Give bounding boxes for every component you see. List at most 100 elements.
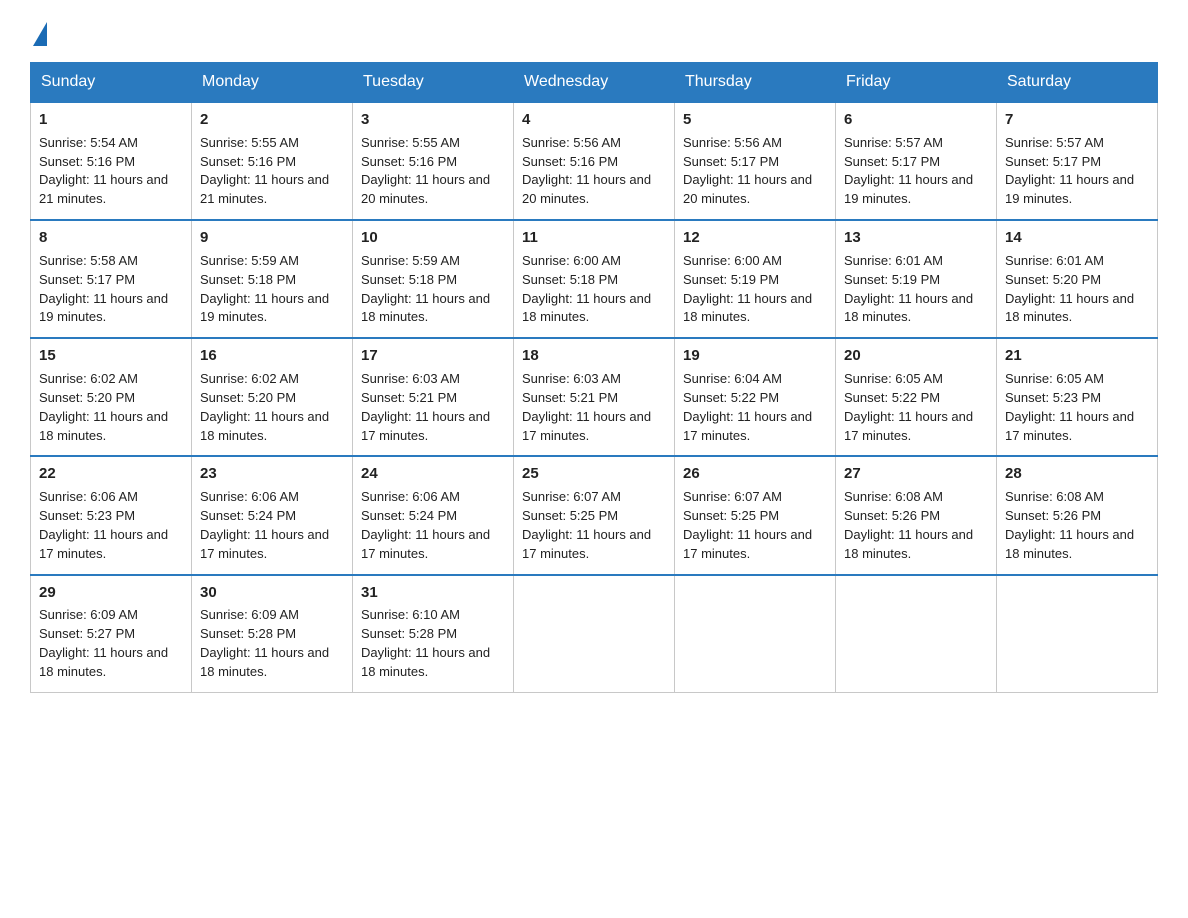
day-number: 19 [683, 345, 827, 367]
day-cell-9: 9 Sunrise: 5:59 AMSunset: 5:18 PMDaylight… [192, 220, 353, 338]
logo-triangle-icon [33, 22, 47, 46]
calendar-header-wednesday: Wednesday [514, 63, 675, 103]
day-cell-5: 5Sunrise: 5:56 AMSunset: 5:17 PMDaylight… [675, 102, 836, 220]
day-cell-25: 25 Sunrise: 6:07 AMSunset: 5:25 PMDayligh… [514, 456, 675, 574]
week-row-2: 8 Sunrise: 5:58 AMSunset: 5:17 PMDaylight… [31, 220, 1158, 338]
empty-cell [514, 575, 675, 693]
day-number: 27 [844, 463, 988, 485]
calendar-table: SundayMondayTuesdayWednesdayThursdayFrid… [30, 62, 1158, 693]
day-info: Sunrise: 6:03 AMSunset: 5:21 PMDaylight:… [522, 371, 651, 443]
day-number: 6 [844, 109, 988, 131]
calendar-header-tuesday: Tuesday [353, 63, 514, 103]
week-row-4: 22Sunrise: 6:06 AMSunset: 5:23 PMDayligh… [31, 456, 1158, 574]
day-number: 29 [39, 582, 183, 604]
day-number: 23 [200, 463, 344, 485]
day-info: Sunrise: 6:08 AMSunset: 5:26 PMDaylight:… [844, 489, 973, 561]
day-number: 31 [361, 582, 505, 604]
day-cell-11: 11 Sunrise: 6:00 AMSunset: 5:18 PMDayligh… [514, 220, 675, 338]
day-info: Sunrise: 6:10 AMSunset: 5:28 PMDaylight:… [361, 607, 490, 679]
day-info: Sunrise: 6:03 AMSunset: 5:21 PMDaylight:… [361, 371, 490, 443]
day-number: 3 [361, 109, 505, 131]
day-number: 13 [844, 227, 988, 249]
day-cell-31: 31 Sunrise: 6:10 AMSunset: 5:28 PMDayligh… [353, 575, 514, 693]
day-number: 21 [1005, 345, 1149, 367]
day-number: 25 [522, 463, 666, 485]
day-number: 10 [361, 227, 505, 249]
day-info: Sunrise: 6:01 AMSunset: 5:20 PMDaylight:… [1005, 253, 1134, 325]
calendar-header-row: SundayMondayTuesdayWednesdayThursdayFrid… [31, 63, 1158, 103]
day-number: 2 [200, 109, 344, 131]
day-cell-3: 3 Sunrise: 5:55 AMSunset: 5:16 PMDaylight… [353, 102, 514, 220]
day-info: Sunrise: 6:09 AMSunset: 5:28 PMDaylight:… [200, 607, 329, 679]
day-number: 18 [522, 345, 666, 367]
calendar-header-saturday: Saturday [997, 63, 1158, 103]
day-number: 11 [522, 227, 666, 249]
day-number: 30 [200, 582, 344, 604]
day-info: Sunrise: 5:59 AMSunset: 5:18 PMDaylight:… [361, 253, 490, 325]
day-cell-1: 1Sunrise: 5:54 AMSunset: 5:16 PMDaylight… [31, 102, 192, 220]
day-cell-17: 17 Sunrise: 6:03 AMSunset: 5:21 PMDayligh… [353, 338, 514, 456]
day-number: 5 [683, 109, 827, 131]
day-cell-22: 22Sunrise: 6:06 AMSunset: 5:23 PMDayligh… [31, 456, 192, 574]
week-row-3: 15Sunrise: 6:02 AMSunset: 5:20 PMDayligh… [31, 338, 1158, 456]
day-info: Sunrise: 6:00 AMSunset: 5:18 PMDaylight:… [522, 253, 651, 325]
day-info: Sunrise: 5:59 AMSunset: 5:18 PMDaylight:… [200, 253, 329, 325]
day-cell-2: 2 Sunrise: 5:55 AMSunset: 5:16 PMDaylight… [192, 102, 353, 220]
logo [30, 20, 47, 44]
day-number: 24 [361, 463, 505, 485]
day-cell-26: 26Sunrise: 6:07 AMSunset: 5:25 PMDayligh… [675, 456, 836, 574]
calendar-header-friday: Friday [836, 63, 997, 103]
day-cell-6: 6Sunrise: 5:57 AMSunset: 5:17 PMDaylight… [836, 102, 997, 220]
day-info: Sunrise: 5:57 AMSunset: 5:17 PMDaylight:… [1005, 135, 1134, 207]
day-cell-8: 8 Sunrise: 5:58 AMSunset: 5:17 PMDaylight… [31, 220, 192, 338]
day-info: Sunrise: 5:56 AMSunset: 5:16 PMDaylight:… [522, 135, 651, 207]
day-number: 4 [522, 109, 666, 131]
calendar-header-thursday: Thursday [675, 63, 836, 103]
day-info: Sunrise: 5:55 AMSunset: 5:16 PMDaylight:… [361, 135, 490, 207]
day-number: 7 [1005, 109, 1149, 131]
calendar-header-monday: Monday [192, 63, 353, 103]
day-number: 9 [200, 227, 344, 249]
day-info: Sunrise: 6:05 AMSunset: 5:22 PMDaylight:… [844, 371, 973, 443]
day-info: Sunrise: 6:01 AMSunset: 5:19 PMDaylight:… [844, 253, 973, 325]
day-info: Sunrise: 6:08 AMSunset: 5:26 PMDaylight:… [1005, 489, 1134, 561]
day-number: 8 [39, 227, 183, 249]
day-number: 28 [1005, 463, 1149, 485]
day-cell-27: 27 Sunrise: 6:08 AMSunset: 5:26 PMDayligh… [836, 456, 997, 574]
day-info: Sunrise: 6:05 AMSunset: 5:23 PMDaylight:… [1005, 371, 1134, 443]
day-cell-4: 4 Sunrise: 5:56 AMSunset: 5:16 PMDaylight… [514, 102, 675, 220]
day-cell-13: 13 Sunrise: 6:01 AMSunset: 5:19 PMDayligh… [836, 220, 997, 338]
day-number: 26 [683, 463, 827, 485]
day-info: Sunrise: 6:06 AMSunset: 5:24 PMDaylight:… [361, 489, 490, 561]
day-cell-23: 23Sunrise: 6:06 AMSunset: 5:24 PMDayligh… [192, 456, 353, 574]
day-number: 12 [683, 227, 827, 249]
day-info: Sunrise: 6:09 AMSunset: 5:27 PMDaylight:… [39, 607, 168, 679]
empty-cell [997, 575, 1158, 693]
day-cell-19: 19 Sunrise: 6:04 AMSunset: 5:22 PMDayligh… [675, 338, 836, 456]
day-info: Sunrise: 5:58 AMSunset: 5:17 PMDaylight:… [39, 253, 168, 325]
day-cell-20: 20Sunrise: 6:05 AMSunset: 5:22 PMDayligh… [836, 338, 997, 456]
week-row-1: 1Sunrise: 5:54 AMSunset: 5:16 PMDaylight… [31, 102, 1158, 220]
day-number: 14 [1005, 227, 1149, 249]
day-number: 16 [200, 345, 344, 367]
day-cell-21: 21 Sunrise: 6:05 AMSunset: 5:23 PMDayligh… [997, 338, 1158, 456]
day-info: Sunrise: 6:02 AMSunset: 5:20 PMDaylight:… [200, 371, 329, 443]
day-cell-15: 15Sunrise: 6:02 AMSunset: 5:20 PMDayligh… [31, 338, 192, 456]
day-info: Sunrise: 6:00 AMSunset: 5:19 PMDaylight:… [683, 253, 812, 325]
day-info: Sunrise: 6:02 AMSunset: 5:20 PMDaylight:… [39, 371, 168, 443]
day-cell-14: 14 Sunrise: 6:01 AMSunset: 5:20 PMDayligh… [997, 220, 1158, 338]
week-row-5: 29 Sunrise: 6:09 AMSunset: 5:27 PMDayligh… [31, 575, 1158, 693]
day-cell-24: 24 Sunrise: 6:06 AMSunset: 5:24 PMDayligh… [353, 456, 514, 574]
day-info: Sunrise: 5:54 AMSunset: 5:16 PMDaylight:… [39, 135, 168, 207]
day-cell-30: 30 Sunrise: 6:09 AMSunset: 5:28 PMDayligh… [192, 575, 353, 693]
day-info: Sunrise: 6:04 AMSunset: 5:22 PMDaylight:… [683, 371, 812, 443]
day-cell-18: 18 Sunrise: 6:03 AMSunset: 5:21 PMDayligh… [514, 338, 675, 456]
day-cell-12: 12 Sunrise: 6:00 AMSunset: 5:19 PMDayligh… [675, 220, 836, 338]
day-number: 22 [39, 463, 183, 485]
day-cell-7: 7 Sunrise: 5:57 AMSunset: 5:17 PMDaylight… [997, 102, 1158, 220]
day-cell-16: 16 Sunrise: 6:02 AMSunset: 5:20 PMDayligh… [192, 338, 353, 456]
day-info: Sunrise: 5:55 AMSunset: 5:16 PMDaylight:… [200, 135, 329, 207]
day-info: Sunrise: 6:07 AMSunset: 5:25 PMDaylight:… [522, 489, 651, 561]
empty-cell [836, 575, 997, 693]
day-number: 17 [361, 345, 505, 367]
